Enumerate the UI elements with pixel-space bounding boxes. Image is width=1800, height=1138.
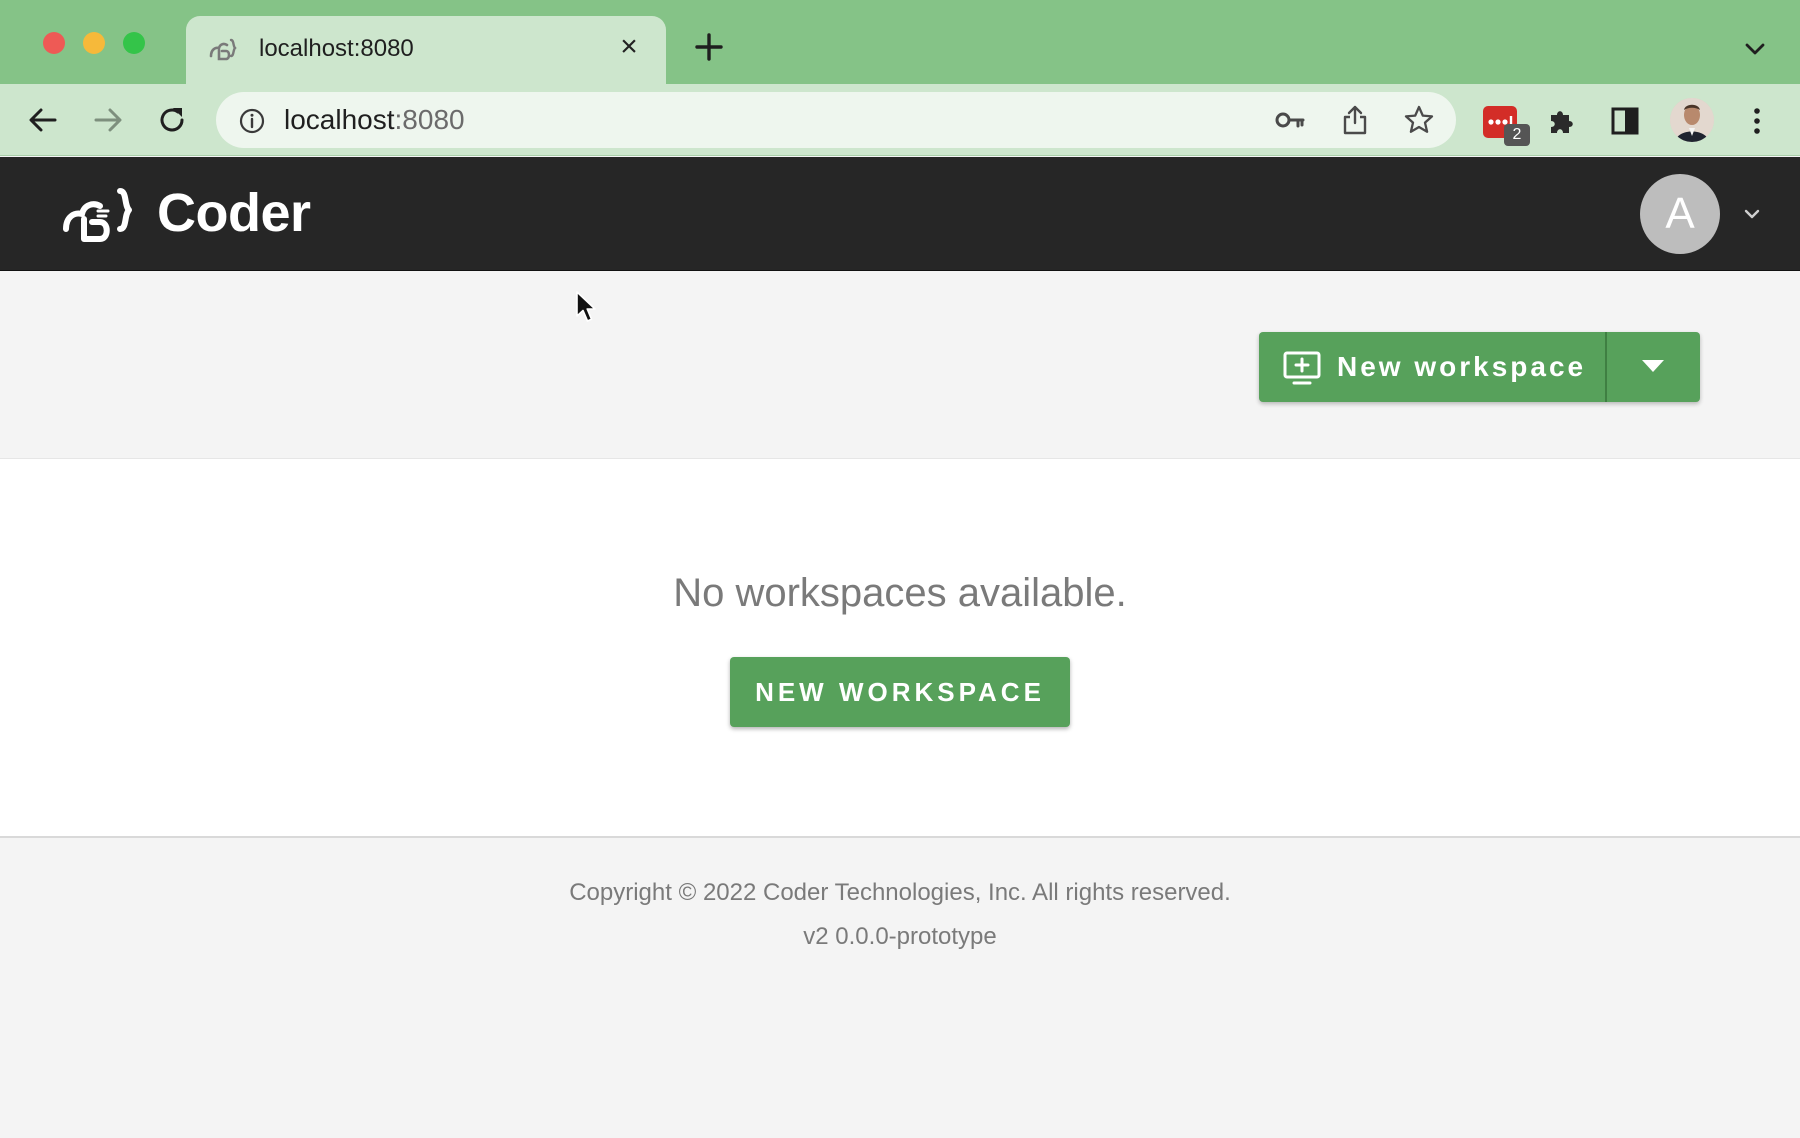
new-workspace-button[interactable]: New workspace: [1259, 332, 1605, 402]
mouse-cursor-icon: [576, 291, 596, 322]
bookmark-star-icon[interactable]: [1403, 104, 1435, 136]
browser-titlebar: localhost:8080 ×: [0, 0, 1800, 84]
coder-logo-icon[interactable]: [62, 185, 142, 245]
new-tab-icon[interactable]: [692, 30, 726, 64]
address-url[interactable]: localhost:8080: [284, 105, 465, 135]
workspaces-empty-state: No workspaces available. NEW WORKSPACE: [0, 458, 1800, 838]
share-icon[interactable]: [1340, 104, 1370, 136]
window-minimize-button[interactable]: [83, 32, 105, 54]
footer-version: v2 0.0.0-prototype: [803, 923, 997, 950]
browser-menu-kebab-icon[interactable]: [1742, 104, 1772, 138]
empty-state-message: No workspaces available.: [673, 571, 1127, 615]
forward-arrow-icon[interactable]: [90, 102, 126, 138]
browser-toolbar: localhost:8080: [0, 84, 1800, 156]
profile-photo-icon: [1670, 98, 1714, 142]
user-avatar[interactable]: A: [1640, 174, 1720, 254]
user-menu-chevron-icon[interactable]: [1740, 202, 1764, 226]
coder-favicon-icon: [209, 38, 237, 61]
app-header: Coder A: [0, 157, 1800, 271]
window-close-button[interactable]: [43, 32, 65, 54]
browser-profile-avatar[interactable]: [1670, 98, 1714, 142]
browser-tab[interactable]: localhost:8080 ×: [186, 16, 666, 84]
tab-title: localhost:8080: [259, 35, 414, 62]
back-arrow-icon[interactable]: [25, 102, 61, 138]
footer-copyright: Copyright © 2022 Coder Technologies, Inc…: [569, 879, 1231, 906]
empty-state-new-workspace-button[interactable]: NEW WORKSPACE: [730, 657, 1070, 727]
address-bar[interactable]: localhost:8080: [216, 92, 1456, 148]
extensions-puzzle-icon[interactable]: [1546, 104, 1580, 138]
address-port: :8080: [394, 104, 465, 135]
new-workspace-split-button: New workspace: [1259, 332, 1700, 402]
window-zoom-button[interactable]: [123, 32, 145, 54]
tab-search-chevron-icon[interactable]: [1742, 36, 1768, 62]
new-workspace-label: New workspace: [1337, 351, 1587, 382]
tab-close-icon[interactable]: ×: [614, 32, 644, 62]
password-key-icon[interactable]: [1274, 106, 1306, 134]
site-info-icon[interactable]: [238, 107, 266, 135]
address-host: localhost: [284, 104, 395, 135]
extension-badge: 2: [1504, 124, 1530, 146]
add-to-queue-icon: [1283, 351, 1321, 385]
reload-icon[interactable]: [154, 102, 190, 138]
new-workspace-dropdown-button[interactable]: [1607, 332, 1700, 402]
side-panel-icon[interactable]: [1610, 106, 1640, 136]
caret-down-icon: [1642, 360, 1664, 372]
brand-name[interactable]: Coder: [157, 183, 311, 243]
